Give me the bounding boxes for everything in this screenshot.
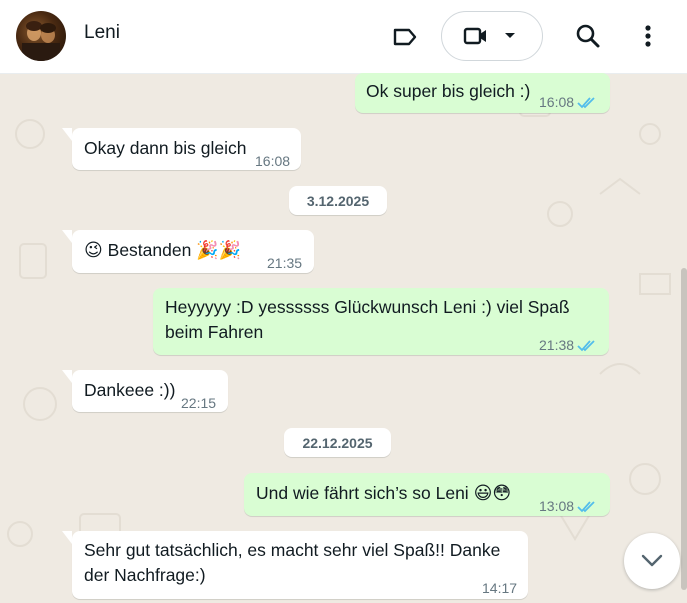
label-icon[interactable]	[390, 22, 420, 52]
bubble-tail	[62, 370, 72, 383]
message-meta: 16:08	[255, 149, 290, 174]
date-label: 3.12.2025	[306, 192, 370, 209]
message-meta: 21:35	[267, 251, 302, 276]
message-meta: 16:08	[539, 90, 597, 115]
scroll-to-bottom-button[interactable]	[624, 533, 680, 589]
date-label: 22.12.2025	[302, 434, 373, 451]
bubble-tail	[62, 531, 72, 544]
message-meta: 13:08	[539, 494, 597, 519]
contact-name[interactable]: Leni	[84, 22, 120, 44]
read-receipt-icon	[577, 96, 595, 108]
bubble-tail	[62, 128, 72, 141]
message-meta: 14:17	[482, 576, 517, 601]
search-icon[interactable]	[574, 22, 602, 50]
chat-scrollbar[interactable]	[681, 268, 687, 590]
message-outgoing[interactable]: Heyyyyy :D yessssss Glückwunsch Leni :) …	[153, 288, 609, 355]
message-meta: 22:15	[181, 391, 216, 416]
date-separator: 3.12.2025	[289, 186, 387, 215]
bubble-tail	[62, 230, 72, 243]
message-outgoing[interactable]: Ok super bis gleich :) 16:08	[355, 73, 610, 113]
message-incoming[interactable]: 😉 Bestanden 🎉🎉 21:35	[72, 230, 314, 273]
message-line: Sehr gut tatsächlich, es macht sehr viel…	[84, 540, 501, 560]
read-receipt-icon	[577, 500, 595, 512]
message-outgoing[interactable]: Und wie fährt sich’s so Leni 😃😳 13:08	[244, 473, 610, 516]
party-popper-emoji: 🎉🎉	[196, 240, 242, 261]
message-text: Heyyyyy :D yessssss Glückwunsch Leni :) …	[165, 295, 570, 345]
more-options-icon[interactable]	[637, 22, 659, 50]
message-incoming[interactable]: Dankeee :)) 22:15	[72, 370, 228, 412]
message-time: 16:08	[255, 153, 291, 169]
wink-emoji: 😉	[84, 240, 103, 261]
message-meta: 21:38	[539, 333, 597, 358]
date-separator: 22.12.2025	[284, 428, 391, 457]
chevron-down-icon	[641, 554, 663, 567]
message-time: 21:38	[539, 337, 575, 353]
message-text: Sehr gut tatsächlich, es macht sehr viel…	[84, 538, 500, 588]
message-text-wrap: 😉 Bestanden 🎉🎉	[84, 238, 241, 263]
message-time: 21:35	[267, 255, 303, 271]
message-time: 14:17	[482, 580, 518, 596]
avatar[interactable]	[16, 11, 66, 61]
chevron-down-icon	[502, 28, 518, 44]
message-line: beim Fahren	[165, 322, 264, 342]
message-time: 13:08	[539, 498, 575, 514]
message-line: der Nachfrage:)	[84, 565, 206, 585]
message-time: 16:08	[539, 94, 575, 110]
message-text: Dankeee :))	[84, 380, 176, 400]
message-text: Bestanden	[107, 240, 192, 260]
message-incoming[interactable]: Sehr gut tatsächlich, es macht sehr viel…	[72, 531, 528, 599]
message-text: Ok super bis gleich :)	[366, 81, 531, 101]
message-line: Heyyyyy :D yessssss Glückwunsch Leni :) …	[165, 297, 570, 317]
video-call-icon	[462, 24, 490, 48]
message-text-wrap: Und wie fährt sich’s so Leni 😃😳	[256, 481, 511, 506]
message-text: Und wie fährt sich’s so Leni	[256, 483, 469, 503]
chat-header: Leni	[0, 0, 687, 74]
message-incoming[interactable]: Okay dann bis gleich 16:08	[72, 128, 301, 170]
read-receipt-icon	[577, 339, 595, 351]
video-call-button[interactable]	[441, 11, 543, 61]
message-text: Okay dann bis gleich	[84, 138, 247, 158]
smiley-emoji: 😃😳	[473, 483, 512, 504]
message-time: 22:15	[181, 395, 217, 411]
